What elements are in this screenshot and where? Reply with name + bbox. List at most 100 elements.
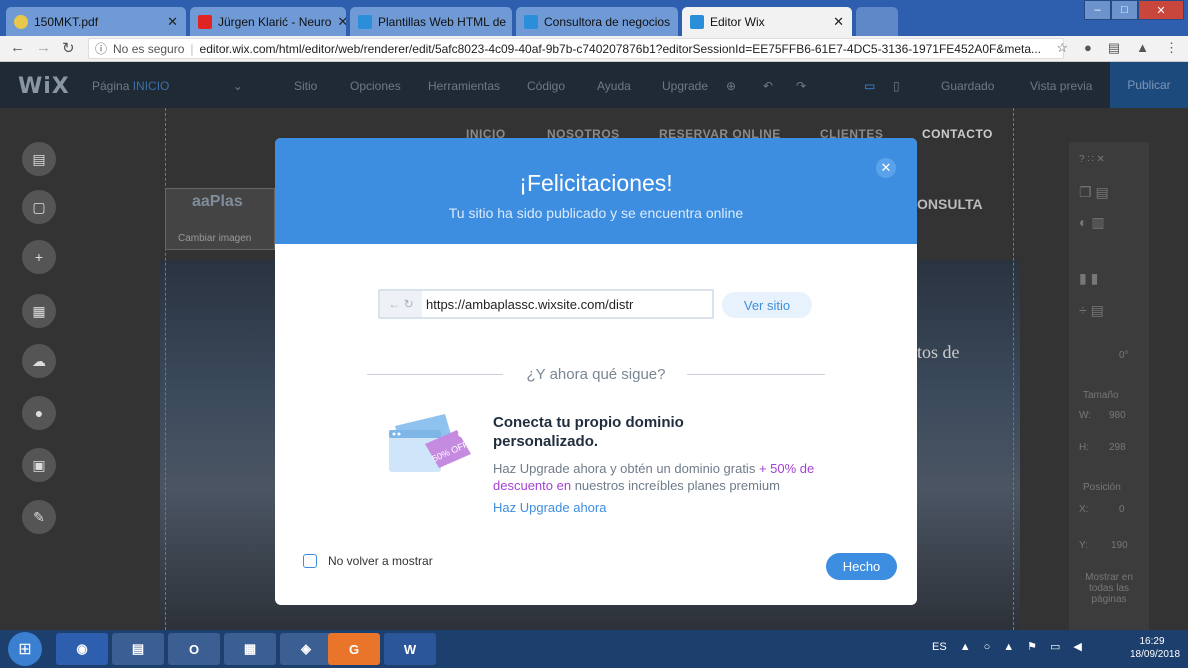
- x-value[interactable]: 0: [1119, 504, 1125, 515]
- add-icon[interactable]: +: [22, 240, 56, 274]
- info-icon[interactable]: ⓘ: [95, 40, 107, 57]
- tray-icon[interactable]: ○: [984, 641, 991, 653]
- align-icon[interactable]: ÷ ▤: [1079, 302, 1104, 319]
- reload-icon[interactable]: ↻: [62, 39, 75, 57]
- browser-actions: ☆ ● ▤ ▲ ⋮: [1056, 40, 1178, 56]
- network-icon[interactable]: ▭: [1050, 640, 1060, 653]
- outlook-icon[interactable]: O: [168, 633, 220, 665]
- site-url-field[interactable]: ← ↻ https://ambaplassc.wixsite.com/distr: [378, 289, 714, 319]
- word-icon[interactable]: W: [384, 633, 436, 665]
- promo-text: Haz Upgrade ahora y obtén un dominio gra…: [493, 461, 815, 493]
- menu-icon[interactable]: ⋮: [1165, 40, 1178, 56]
- copy-icon[interactable]: ❐ ▤: [1079, 184, 1109, 201]
- dont-show-label[interactable]: No volver a mostrar: [328, 554, 433, 568]
- bookings-icon[interactable]: ▣: [22, 448, 56, 482]
- start-button[interactable]: ⊞: [8, 632, 42, 666]
- tab-consultora[interactable]: Consultora de negocios ✕: [516, 7, 678, 36]
- file-explorer-icon[interactable]: ▤: [112, 633, 164, 665]
- tab-label: Consultora de negocios: [544, 14, 671, 29]
- security-label: No es seguro: [113, 41, 185, 56]
- promo-title: Conecta tu propio dominio personalizado.: [493, 414, 684, 450]
- window-close-button[interactable]: ✕: [1138, 0, 1184, 20]
- wix-top-bar: WiX Página INICIO ⌄ Sitio Opciones Herra…: [0, 62, 1188, 108]
- upload-icon[interactable]: ☁: [22, 344, 56, 378]
- zoom-icon[interactable]: ⊕: [726, 79, 736, 93]
- site-logo[interactable]: aaPlas Cambiar imagen: [165, 188, 275, 250]
- apps-icon[interactable]: ▦: [22, 294, 56, 328]
- change-image-label[interactable]: Cambiar imagen: [178, 233, 251, 244]
- new-tab-button[interactable]: [856, 7, 898, 36]
- upgrade-link[interactable]: Haz Upgrade ahora: [493, 500, 606, 515]
- wix-icon: [358, 14, 372, 29]
- minimize-button[interactable]: ‒: [1084, 0, 1111, 20]
- arrange-icon[interactable]: ▮ ▮: [1079, 270, 1098, 287]
- hero-text: tos de: [917, 342, 960, 362]
- wix-icon: [690, 14, 704, 29]
- pdf-app-icon[interactable]: G: [328, 633, 380, 665]
- done-button[interactable]: Hecho: [826, 553, 897, 580]
- view-site-button[interactable]: Ver sitio: [722, 292, 812, 318]
- menu-ayuda[interactable]: Ayuda: [597, 79, 631, 93]
- volume-icon[interactable]: ◀: [1073, 640, 1081, 653]
- tab-editor-wix[interactable]: Editor Wix ✕: [682, 7, 852, 36]
- publish-button[interactable]: Publicar: [1110, 62, 1188, 108]
- help-icon[interactable]: ? ∷ ✕: [1079, 154, 1105, 165]
- x-label: X:: [1079, 504, 1089, 515]
- app-icon[interactable]: ◈: [280, 633, 332, 665]
- back-icon[interactable]: ←: [10, 39, 25, 56]
- chrome-icon[interactable]: ◉: [56, 633, 108, 665]
- desktop-icon[interactable]: ▭: [864, 79, 875, 93]
- close-icon[interactable]: ✕: [337, 14, 346, 30]
- star-icon[interactable]: ☆: [1056, 40, 1068, 56]
- close-icon[interactable]: ✕: [167, 14, 178, 30]
- app-icon[interactable]: ▦: [224, 633, 276, 665]
- pen-icon[interactable]: ✎: [22, 500, 56, 534]
- y-label: Y:: [1079, 540, 1088, 551]
- tab-label: Plantillas Web HTML de: [378, 14, 507, 29]
- site-nav-contacto[interactable]: CONTACTO: [922, 127, 993, 141]
- dialog-header: ¡Felicitaciones! Tu sitio ha sido public…: [275, 138, 917, 244]
- extension-icon[interactable]: ●: [1084, 40, 1092, 56]
- language-indicator[interactable]: ES: [932, 641, 947, 653]
- next-steps-title: ¿Y ahora qué sigue?: [526, 366, 666, 383]
- duplicate-icon[interactable]: ◐ ▥: [1079, 214, 1105, 231]
- tab-youtube[interactable]: Jürgen Klarić - Neuro ✕: [190, 7, 346, 36]
- redo-icon[interactable]: ↷: [796, 79, 806, 93]
- forward-icon[interactable]: →: [36, 39, 51, 56]
- menu-sitio[interactable]: Sitio: [294, 79, 317, 93]
- page-selector[interactable]: Página INICIO ⌄: [92, 79, 243, 93]
- dont-show-checkbox[interactable]: [303, 554, 317, 568]
- y-value[interactable]: 190: [1111, 540, 1128, 551]
- background-icon[interactable]: ▢: [22, 190, 56, 224]
- menu-codigo[interactable]: Código: [527, 79, 565, 93]
- site-url-text: https://ambaplassc.wixsite.com/distr: [426, 296, 634, 312]
- width-value[interactable]: 980: [1109, 410, 1126, 421]
- window-controls: ‒ □ ✕: [1084, 0, 1184, 20]
- pages-icon[interactable]: ▤: [22, 142, 56, 176]
- tab-pdf[interactable]: 150MKT.pdf ✕: [6, 7, 186, 36]
- tray-expand-icon[interactable]: ▲: [960, 641, 971, 653]
- close-icon[interactable]: ✕: [833, 14, 844, 30]
- close-icon[interactable]: ✕: [876, 158, 896, 178]
- extension-icon[interactable]: ▲: [1136, 40, 1149, 56]
- clock[interactable]: 16:29 18/09/2018: [1130, 635, 1180, 661]
- maximize-button[interactable]: □: [1111, 0, 1138, 20]
- tray-icon[interactable]: ▲: [1003, 641, 1014, 653]
- menu-upgrade[interactable]: Upgrade: [662, 79, 708, 93]
- close-icon[interactable]: ✕: [676, 14, 678, 30]
- undo-icon[interactable]: ↶: [763, 79, 773, 93]
- preview-button[interactable]: Vista previa: [1030, 79, 1092, 93]
- tab-plantillas[interactable]: Plantillas Web HTML de ✕: [350, 7, 512, 36]
- mobile-icon[interactable]: ▯: [893, 79, 900, 93]
- show-all-pages[interactable]: Mostrar en todas las páginas: [1077, 572, 1141, 605]
- menu-herramientas[interactable]: Herramientas: [428, 79, 500, 93]
- position-label: Posición: [1083, 482, 1121, 493]
- blog-icon[interactable]: ●: [22, 396, 56, 430]
- menu-opciones[interactable]: Opciones: [350, 79, 401, 93]
- height-value[interactable]: 298: [1109, 442, 1126, 453]
- flag-icon[interactable]: ⚑: [1027, 640, 1037, 653]
- angle-value[interactable]: 0°: [1119, 350, 1129, 361]
- extension-icon[interactable]: ▤: [1108, 40, 1120, 56]
- youtube-icon: [198, 14, 212, 29]
- url-input[interactable]: ⓘ No es seguro | editor.wix.com/html/edi…: [88, 38, 1064, 59]
